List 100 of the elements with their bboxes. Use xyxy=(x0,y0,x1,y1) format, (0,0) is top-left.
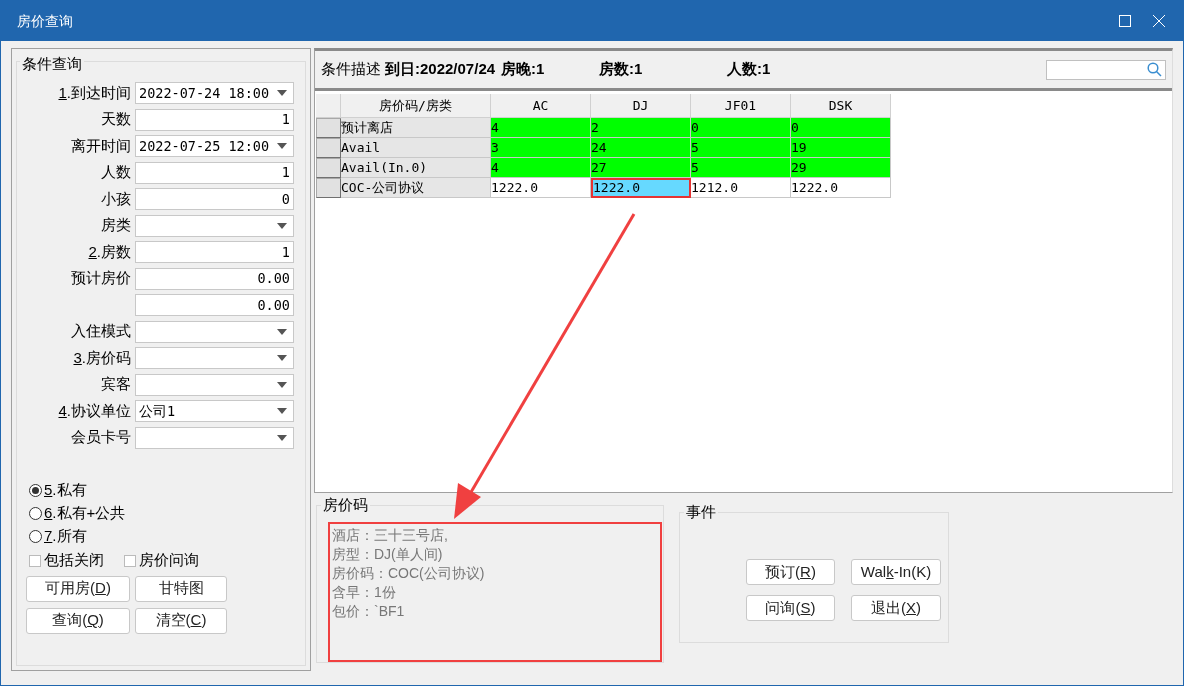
dropdown-field[interactable] xyxy=(135,426,294,449)
summary-nights: 房晚:1 xyxy=(501,59,546,80)
radio-button[interactable] xyxy=(29,530,42,543)
radio-button[interactable] xyxy=(29,484,42,497)
button[interactable]: 可用房(D) xyxy=(26,575,130,602)
summary-rooms: 房数:1 xyxy=(599,59,644,80)
dropdown-caret-icon xyxy=(277,381,287,388)
dropdown-caret-icon xyxy=(277,355,287,361)
checkbox[interactable] xyxy=(29,554,41,567)
dropdown-field[interactable]: 2022-07-24 18:00 xyxy=(135,82,294,104)
table-cell[interactable]: 2 xyxy=(591,118,691,138)
checkbox-option[interactable]: 房价问询 xyxy=(124,549,199,572)
field-label: 房类 xyxy=(101,215,131,236)
search-icon xyxy=(1147,62,1162,77)
field-label: 3.房价码 xyxy=(73,347,131,368)
search-field[interactable] xyxy=(1046,59,1166,80)
input-field[interactable]: 1 xyxy=(135,161,294,184)
checkbox-option[interactable]: 包括关闭 xyxy=(29,549,104,572)
table-cell[interactable]: 19 xyxy=(791,138,891,158)
row-name-cell: 预计离店 xyxy=(341,118,491,138)
input-field[interactable]: 0.00 xyxy=(135,294,294,316)
input-field[interactable]: 1 xyxy=(135,241,294,263)
field-label: 离开时间 xyxy=(71,135,131,156)
maximize-icon[interactable] xyxy=(1119,15,1131,27)
field-label: 会员卡号 xyxy=(71,427,131,448)
table-cell[interactable]: 4 xyxy=(491,158,591,178)
row-name-cell: Avail(In.0) xyxy=(341,158,491,178)
radio-option[interactable]: 5.私有 xyxy=(29,480,310,501)
field-label: 预计房价 xyxy=(71,268,131,289)
dropdown-caret-icon xyxy=(277,90,287,96)
table-cell[interactable]: 3 xyxy=(491,138,591,158)
radio-option[interactable]: 7.所有 xyxy=(29,526,310,547)
table-cell[interactable]: 5 xyxy=(691,138,791,158)
input-field[interactable]: 0.00 xyxy=(135,267,294,290)
table-cell[interactable]: 1222.0 xyxy=(491,178,591,198)
column-header[interactable]: JF01 xyxy=(691,94,791,118)
dropdown-field[interactable] xyxy=(135,320,294,343)
row-header-button[interactable] xyxy=(316,138,341,158)
table-cell[interactable]: 4 xyxy=(491,118,591,138)
dropdown-caret-icon xyxy=(277,408,287,414)
detail-line: 房型：DJ(单人间) xyxy=(332,545,444,564)
radio-option[interactable]: 6.私有+公共 xyxy=(29,503,310,524)
field-label: 宾客 xyxy=(101,374,131,395)
group-title: 事件 xyxy=(684,503,718,521)
button[interactable]: Walk-In(K) xyxy=(851,559,941,585)
field-label: 2.房数 xyxy=(88,241,131,262)
dropdown-caret-icon xyxy=(277,143,287,149)
field-label: 人数 xyxy=(101,162,131,183)
field-label: 4.协议单位 xyxy=(58,400,131,421)
column-header[interactable]: DJ xyxy=(591,94,691,118)
summary-arrival: 到日:2022/07/24 xyxy=(385,59,496,80)
dropdown-field[interactable] xyxy=(135,373,294,396)
corner-cell xyxy=(316,94,341,118)
table-cell[interactable]: 0 xyxy=(691,118,791,138)
dropdown-caret-icon xyxy=(277,328,287,335)
column-header[interactable]: 房价码/房类 xyxy=(341,94,491,118)
summary-people: 人数:1 xyxy=(727,59,772,80)
row-header-button[interactable] xyxy=(316,158,341,178)
checkbox[interactable] xyxy=(124,554,136,567)
row-name-cell: Avail xyxy=(341,138,491,158)
dropdown-caret-icon xyxy=(277,434,287,441)
group-title: 条件查询 xyxy=(20,55,84,73)
row-header-button[interactable] xyxy=(316,178,341,198)
dropdown-field[interactable]: 2022-07-25 12:00 xyxy=(135,135,294,157)
dropdown-field[interactable]: 公司1 xyxy=(135,400,294,422)
row-header-button[interactable] xyxy=(316,118,341,138)
detail-line: 包价：`BF1 xyxy=(332,602,406,621)
button[interactable]: 查询(Q) xyxy=(26,607,130,634)
dropdown-caret-icon xyxy=(277,222,287,229)
button[interactable]: 甘特图 xyxy=(135,575,227,602)
button[interactable]: 清空(C) xyxy=(135,607,227,634)
button[interactable]: 退出(X) xyxy=(851,595,941,621)
radio-button[interactable] xyxy=(29,507,42,520)
window-title: 房价查询 xyxy=(17,11,74,31)
table-cell[interactable]: 5 xyxy=(691,158,791,178)
group-title: 房价码 xyxy=(321,496,370,514)
column-header[interactable]: DSK xyxy=(791,94,891,118)
row-name-cell: COC-公司协议 xyxy=(341,178,491,198)
button[interactable]: 预订(R) xyxy=(746,559,835,585)
field-label: 天数 xyxy=(101,109,131,130)
table-cell[interactable]: 29 xyxy=(791,158,891,178)
input-field[interactable]: 1 xyxy=(135,108,294,131)
field-label: 1.到达时间 xyxy=(58,82,131,103)
detail-line: 含早：1份 xyxy=(332,583,397,602)
button[interactable]: 问询(S) xyxy=(746,595,835,621)
table-cell[interactable]: 1212.0 xyxy=(691,178,791,198)
table-cell[interactable]: 1222.0 xyxy=(591,178,691,198)
field-label: 入住模式 xyxy=(71,321,131,342)
detail-line: 酒店：三十三号店, xyxy=(332,526,449,545)
dropdown-field[interactable] xyxy=(135,214,294,237)
table-cell[interactable]: 27 xyxy=(591,158,691,178)
dropdown-field[interactable] xyxy=(135,347,294,369)
input-field[interactable]: 0 xyxy=(135,188,294,210)
column-header[interactable]: AC xyxy=(491,94,591,118)
detail-line: 房价码：COC(公司协议) xyxy=(332,564,486,583)
table-cell[interactable]: 1222.0 xyxy=(791,178,891,198)
table-cell[interactable]: 0 xyxy=(791,118,891,138)
close-icon[interactable] xyxy=(1153,15,1165,27)
summary-label: 条件描述 xyxy=(321,59,381,80)
table-cell[interactable]: 24 xyxy=(591,138,691,158)
